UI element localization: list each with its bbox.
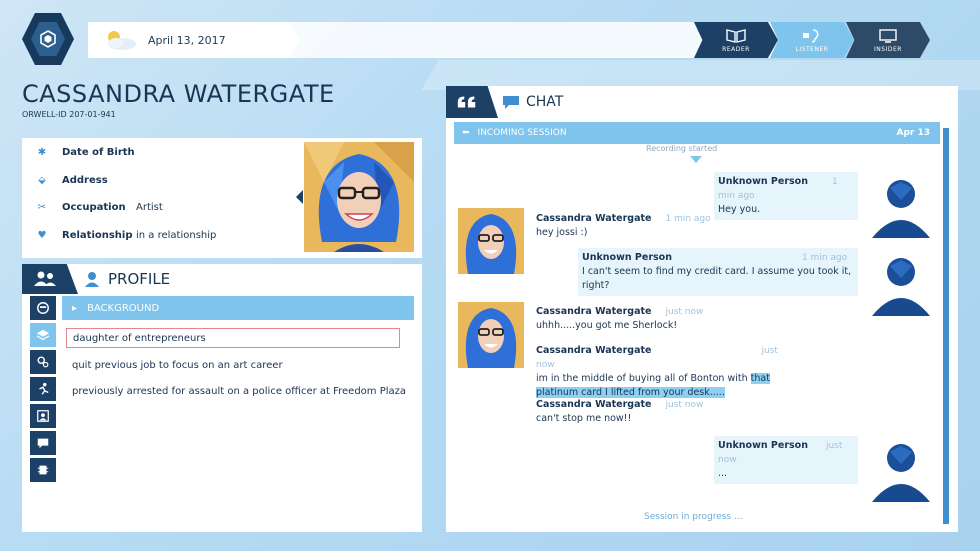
mode-label: INSIDER [874, 45, 902, 53]
category-contacts-button[interactable] [30, 404, 56, 428]
chat-bubble-icon [37, 438, 49, 449]
detail-address: ⬙ Address [22, 170, 136, 190]
unknown-person-avatar [872, 444, 930, 502]
profile-fact[interactable]: quit previous job to focus on an art car… [66, 355, 283, 375]
profile-title: PROFILE [108, 270, 171, 288]
ear-icon [803, 28, 819, 43]
chat-message: Cassandra Watergate just now uhhh.....you… [536, 306, 704, 331]
cassandra-avatar [458, 208, 524, 274]
mode-listener-button[interactable]: LISTENER [770, 22, 854, 58]
caret-down-icon [690, 156, 702, 163]
highlighted-text[interactable]: that [750, 373, 770, 384]
session-status: Session in progress ... [644, 512, 743, 522]
tools-icon: ✂ [37, 201, 47, 213]
profile-panel: PROFILE ▸ BACKGROUND daughter of entrepr… [22, 264, 422, 532]
subject-name: CASSANDRA WATERGATE [22, 80, 335, 108]
quote-icon [457, 96, 476, 108]
category-device-button[interactable] [30, 458, 56, 482]
category-background-button[interactable] [30, 323, 56, 347]
subject-header: CASSANDRA WATERGATE ORWELL-ID 207-01-941 [22, 80, 422, 136]
date-bar: April 13, 2017 [88, 22, 300, 58]
unknown-person-avatar [872, 180, 930, 238]
chat-title: CHAT [526, 94, 564, 110]
mode-insider-button[interactable]: INSIDER [846, 22, 930, 58]
mode-reader-button[interactable]: READER [694, 22, 778, 58]
session-date: Apr 13 [896, 128, 930, 138]
session-bar[interactable]: ⬅ INCOMING SESSION Apr 13 [454, 122, 940, 144]
back-arrow-icon: ⬅ [462, 128, 470, 138]
caret-right-icon: ▸ [72, 302, 78, 314]
mode-label: LISTENER [795, 45, 829, 53]
location-pin-icon: ⬙ [38, 174, 46, 186]
chip-icon [37, 465, 49, 475]
quote-tab[interactable] [446, 86, 498, 118]
monitor-icon [879, 28, 897, 43]
book-icon [726, 28, 746, 43]
layers-icon [36, 329, 50, 341]
category-list [30, 296, 58, 485]
category-face-button[interactable] [30, 296, 56, 320]
recording-status: Recording started [646, 144, 718, 153]
chat-message: Unknown Person just now ... [714, 436, 858, 484]
orwell-id: ORWELL-ID 207-01-941 [22, 110, 116, 119]
profile-tab[interactable] [22, 264, 78, 294]
detail-occupation: ✂ Occupation Artist [22, 197, 163, 217]
chat-message: Cassandra Watergate just now im in the mi… [536, 345, 778, 398]
cube-icon [40, 30, 56, 48]
background-category-header[interactable]: ▸ BACKGROUND [62, 296, 414, 320]
chat-header: CHAT [446, 86, 958, 118]
hearts-icon: ♥ [37, 229, 47, 241]
profile-fact[interactable]: previously arrested for assault on a pol… [66, 381, 406, 401]
cassandra-avatar [458, 302, 524, 368]
chat-icon [503, 96, 519, 109]
chat-panel: CHAT ⬅ INCOMING SESSION Apr 13 Recording… [446, 86, 958, 532]
detail-relationship: ♥ Relationship in a relationship [22, 225, 217, 245]
face-icon [37, 302, 49, 314]
category-messages-button[interactable] [30, 431, 56, 455]
profile-fact[interactable]: daughter of entrepreneurs [66, 328, 400, 348]
chat-scrollbar[interactable] [943, 128, 949, 524]
mode-label: READER [722, 45, 750, 53]
person-icon [85, 272, 99, 287]
weather-icon [100, 27, 140, 53]
people-icon [34, 271, 56, 286]
gears-icon [37, 356, 49, 368]
category-settings-button[interactable] [30, 350, 56, 374]
unknown-person-avatar [872, 258, 930, 316]
profile-header: PROFILE [22, 264, 422, 294]
orwell-logo [22, 13, 74, 65]
chat-message: Cassandra Watergate just now can't stop m… [536, 399, 704, 424]
chat-message: Unknown Person 1 min ago I can't seem to … [578, 248, 858, 296]
contact-card-icon [37, 410, 49, 422]
detail-date-of-birth: ✱ Date of Birth [22, 142, 136, 162]
running-icon [39, 382, 49, 395]
mode-switcher: READER LISTENER INSIDER [694, 22, 930, 58]
chat-message: Cassandra Watergate 1 min ago hey jossi :… [536, 213, 711, 238]
highlighted-text[interactable]: platinum card I lifted from your desk...… [536, 387, 725, 398]
current-date: April 13, 2017 [148, 33, 226, 47]
category-activity-button[interactable] [30, 377, 56, 401]
portrait-pointer [296, 190, 303, 204]
asterisk-icon: ✱ [37, 146, 47, 158]
subject-portrait [304, 142, 414, 252]
